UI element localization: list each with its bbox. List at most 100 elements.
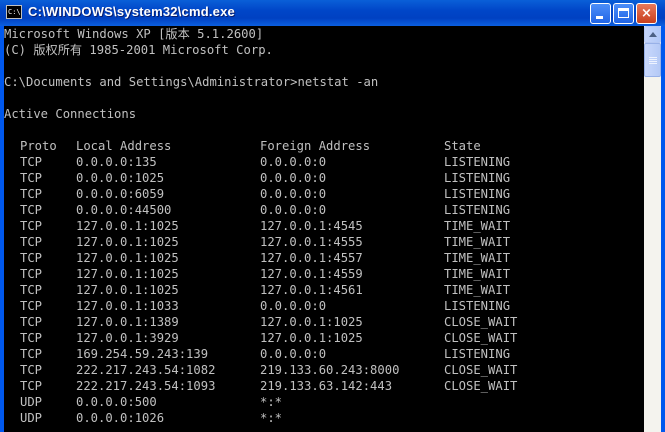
- table-row: TCP 0.0.0.0:1025 0.0.0.0:0 LISTENING: [4, 170, 644, 186]
- cell-proto: TCP: [20, 155, 43, 169]
- window-title: C:\WINDOWS\system32\cmd.exe: [28, 4, 235, 19]
- console-output[interactable]: Microsoft Windows XP [版本 5.1.2600] (C) 版…: [4, 26, 644, 432]
- cell-local-address: 0.0.0.0:500: [76, 395, 157, 409]
- close-icon: ×: [641, 6, 652, 21]
- cell-foreign-address: *:*: [260, 411, 283, 425]
- cell-proto: TCP: [20, 235, 43, 249]
- cell-state: TIME_WAIT: [444, 219, 511, 233]
- cell-proto: TCP: [20, 347, 43, 361]
- table-row: TCP 222.217.243.54:1082 219.133.60.243:800…: [4, 362, 644, 378]
- cell-foreign-address: 0.0.0.0:0: [260, 187, 327, 201]
- cell-foreign-address: 0.0.0.0:0: [260, 347, 327, 361]
- table-row: TCP 127.0.0.1:1025 127.0.0.1:4561 TIME_WAIT: [4, 282, 644, 298]
- cell-foreign-address: 127.0.0.1:4559: [260, 267, 363, 281]
- cell-proto: TCP: [20, 331, 43, 345]
- grip-line: [649, 59, 657, 60]
- table-row: TCP 0.0.0.0:6059 0.0.0.0:0 LISTENING: [4, 186, 644, 202]
- cell-state: LISTENING: [444, 347, 511, 361]
- cell-state: LISTENING: [444, 187, 511, 201]
- maximize-icon: [618, 8, 629, 18]
- cell-state: LISTENING: [444, 203, 511, 217]
- table-row: TCP 169.254.59.243:139 0.0.0.0:0 LISTENING: [4, 346, 644, 362]
- table-row: UDP 0.0.0.0:1026 *:*: [4, 410, 644, 426]
- header-state: State: [444, 139, 481, 153]
- cell-local-address: 127.0.0.1:1025: [76, 283, 179, 297]
- console-line-version: Microsoft Windows XP [版本 5.1.2600]: [4, 27, 264, 41]
- grip-line: [649, 57, 657, 58]
- cell-local-address: 222.217.243.54:1082: [76, 363, 216, 377]
- cell-foreign-address: 0.0.0.0:0: [260, 203, 327, 217]
- cell-local-address: 222.217.243.54:1093: [76, 379, 216, 393]
- cmd-window: C:\ C:\WINDOWS\system32\cmd.exe × Micros…: [0, 0, 665, 432]
- cell-foreign-address: 0.0.0.0:0: [260, 299, 327, 313]
- table-row: TCP 222.217.243.54:1093 219.133.63.142:443…: [4, 378, 644, 394]
- cell-foreign-address: 127.0.0.1:1025: [260, 315, 363, 329]
- cell-local-address: 127.0.0.1:1025: [76, 267, 179, 281]
- header-foreign-address: Foreign Address: [260, 139, 371, 153]
- cell-foreign-address: 0.0.0.0:0: [260, 155, 327, 169]
- cell-proto: TCP: [20, 251, 43, 265]
- table-row: TCP 127.0.0.1:1025 127.0.0.1:4545 TIME_WAIT: [4, 218, 644, 234]
- table-row: TCP 0.0.0.0:135 0.0.0.0:0 LISTENING: [4, 154, 644, 170]
- cell-local-address: 0.0.0.0:1025: [76, 171, 165, 185]
- table-row: TCP 127.0.0.1:1025 127.0.0.1:4555 TIME_WAIT: [4, 234, 644, 250]
- cell-proto: TCP: [20, 379, 43, 393]
- table-row: TCP 127.0.0.1:1025 127.0.0.1:4557 TIME_WAIT: [4, 250, 644, 266]
- cell-foreign-address: 127.0.0.1:4545: [260, 219, 363, 233]
- maximize-button[interactable]: [613, 3, 634, 24]
- cell-proto: TCP: [20, 187, 43, 201]
- cell-foreign-address: 127.0.0.1:1025: [260, 331, 363, 345]
- minimize-button[interactable]: [590, 3, 611, 24]
- cell-state: TIME_WAIT: [444, 235, 511, 249]
- cell-local-address: 0.0.0.0:44500: [76, 203, 172, 217]
- cell-state: TIME_WAIT: [444, 283, 511, 297]
- close-button[interactable]: ×: [636, 3, 657, 24]
- cell-state: CLOSE_WAIT: [444, 363, 518, 377]
- cell-proto: TCP: [20, 171, 43, 185]
- cell-proto: TCP: [20, 203, 43, 217]
- scroll-up-icon: [649, 32, 657, 37]
- vertical-scrollbar[interactable]: [644, 26, 661, 432]
- cell-local-address: 127.0.0.1:1389: [76, 315, 179, 329]
- table-row: TCP 127.0.0.1:1025 127.0.0.1:4559 TIME_WAIT: [4, 266, 644, 282]
- scroll-up-button[interactable]: [644, 26, 661, 43]
- table-row: TCP 127.0.0.1:1033 0.0.0.0:0 LISTENING: [4, 298, 644, 314]
- grip-line: [649, 61, 657, 62]
- cell-local-address: 127.0.0.1:3929: [76, 331, 179, 345]
- table-row: TCP 127.0.0.1:3929 127.0.0.1:1025 CLOSE_WAI…: [4, 330, 644, 346]
- minimize-icon: [596, 16, 603, 19]
- header-local-address: Local Address: [76, 139, 172, 153]
- cell-proto: TCP: [20, 219, 43, 233]
- cell-state: TIME_WAIT: [444, 251, 511, 265]
- console-line-command: C:\Documents and Settings\Administrator>…: [4, 75, 379, 89]
- cell-state: CLOSE_WAIT: [444, 331, 518, 345]
- cell-proto: UDP: [20, 411, 43, 425]
- window-border-right: [661, 26, 665, 432]
- cell-state: CLOSE_WAIT: [444, 379, 518, 393]
- cell-local-address: 0.0.0.0:6059: [76, 187, 165, 201]
- console-line-copyright: (C) 版权所有 1985-2001 Microsoft Corp.: [4, 43, 273, 57]
- table-row: TCP 0.0.0.0:44500 0.0.0.0:0 LISTENING: [4, 202, 644, 218]
- cell-proto: TCP: [20, 363, 43, 377]
- cell-state: CLOSE_WAIT: [444, 315, 518, 329]
- cell-local-address: 127.0.0.1:1025: [76, 235, 179, 249]
- cell-proto: TCP: [20, 299, 43, 313]
- cell-local-address: 0.0.0.0:135: [76, 155, 157, 169]
- cell-foreign-address: 127.0.0.1:4557: [260, 251, 363, 265]
- cell-state: TIME_WAIT: [444, 267, 511, 281]
- cell-foreign-address: *:*: [260, 395, 283, 409]
- cell-foreign-address: 127.0.0.1:4555: [260, 235, 363, 249]
- cell-foreign-address: 0.0.0.0:0: [260, 171, 327, 185]
- cell-proto: UDP: [20, 395, 43, 409]
- title-bar[interactable]: C:\ C:\WINDOWS\system32\cmd.exe ×: [0, 0, 665, 26]
- cell-local-address: 169.254.59.243:139: [76, 347, 209, 361]
- cell-local-address: 127.0.0.1:1025: [76, 251, 179, 265]
- cell-local-address: 0.0.0.0:1026: [76, 411, 165, 425]
- cell-local-address: 127.0.0.1:1033: [76, 299, 179, 313]
- scroll-thumb[interactable]: [644, 43, 661, 77]
- table-row: UDP 0.0.0.0:500 *:*: [4, 394, 644, 410]
- cmd-app-icon[interactable]: C:\: [6, 5, 22, 19]
- cell-foreign-address: 127.0.0.1:4561: [260, 283, 363, 297]
- cell-local-address: 127.0.0.1:1025: [76, 219, 179, 233]
- cell-proto: TCP: [20, 315, 43, 329]
